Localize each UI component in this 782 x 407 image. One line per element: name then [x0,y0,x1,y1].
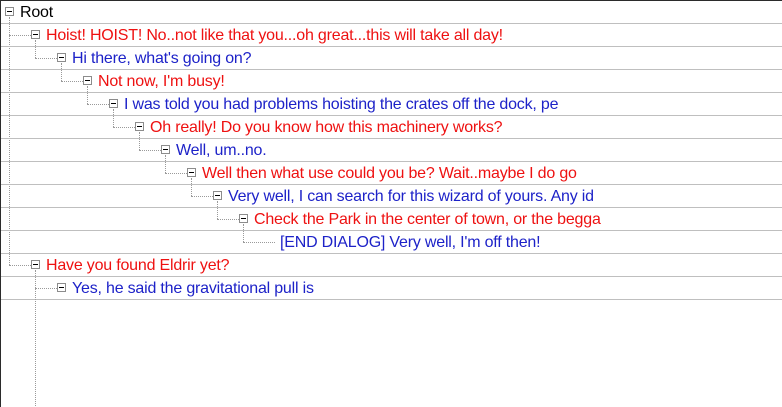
tree-node-label: [END DIALOG] Very well, I'm off then! [280,234,541,251]
tree-node-label: Check the Park in the center of town, or… [254,211,601,228]
tree-node-row[interactable]: I was told you had problems hoisting the… [1,93,782,116]
collapse-minus-icon[interactable] [213,191,222,200]
collapse-minus-icon[interactable] [31,30,40,39]
collapse-minus-icon[interactable] [57,53,66,62]
tree-node-row[interactable]: Hoist! HOIST! No..not like that you...oh… [1,24,782,47]
tree-connector [217,219,239,220]
tree-node-label: Yes, he said the gravitational pull is [72,280,314,297]
collapse-minus-icon[interactable] [31,260,40,269]
tree-node-row[interactable]: Have you found Eldrir yet? [1,254,782,277]
tree-connector [165,173,187,174]
tree-connector [9,35,31,36]
tree-node-label: Very well, I can search for this wizard … [228,188,594,205]
collapse-minus-icon[interactable] [187,168,196,177]
tree-connector [87,104,109,105]
tree-guide-line [243,231,244,242]
tree-node-row[interactable]: Well, um..no. [1,139,782,162]
tree-node-row[interactable]: Very well, I can search for this wizard … [1,185,782,208]
collapse-minus-icon[interactable] [5,7,14,16]
collapse-minus-icon[interactable] [57,283,66,292]
tree-node-row[interactable]: Oh really! Do you know how this machiner… [1,116,782,139]
tree-node-label: Hoist! HOIST! No..not like that you...oh… [46,27,503,44]
collapse-minus-icon[interactable] [109,99,118,108]
tree-node-row[interactable]: [END DIALOG] Very well, I'm off then! [1,231,782,254]
collapse-minus-icon[interactable] [161,145,170,154]
tree-connector [35,58,57,59]
tree-node-label: Have you found Eldrir yet? [46,257,230,274]
tree-node-row[interactable]: Well then what use could you be? Wait..m… [1,162,782,185]
tree-node-row[interactable]: Yes, he said the gravitational pull is [1,277,782,300]
tree-connector [243,242,275,243]
tree-node-label: Well, um..no. [176,142,267,159]
tree-connector [191,196,213,197]
collapse-minus-icon[interactable] [83,76,92,85]
tree-node-label: Not now, I'm busy! [98,73,225,90]
tree-connector [35,288,57,289]
tree-connector [139,150,161,151]
tree-node-row[interactable]: Not now, I'm busy! [1,70,782,93]
dialog-tree-view[interactable]: Root Hoist! HOIST! No..not like that you.… [0,0,782,407]
tree-node-label: I was told you had problems hoisting the… [124,96,559,113]
tree-node-row[interactable]: Check the Park in the center of town, or… [1,208,782,231]
tree-guide-line [35,270,36,407]
tree-node-label: Hi there, what's going on? [72,50,252,67]
tree-node-label: Oh really! Do you know how this machiner… [150,119,503,136]
tree-connector [113,127,135,128]
tree-node-row[interactable]: Root [1,1,782,24]
tree-connector [61,81,83,82]
tree-connector [9,265,31,266]
tree-node-row[interactable]: Hi there, what's going on? [1,47,782,70]
tree-node-label: Well then what use could you be? Wait..m… [202,165,577,182]
collapse-minus-icon[interactable] [135,122,144,131]
collapse-minus-icon[interactable] [239,214,248,223]
tree-node-label: Root [20,4,53,21]
